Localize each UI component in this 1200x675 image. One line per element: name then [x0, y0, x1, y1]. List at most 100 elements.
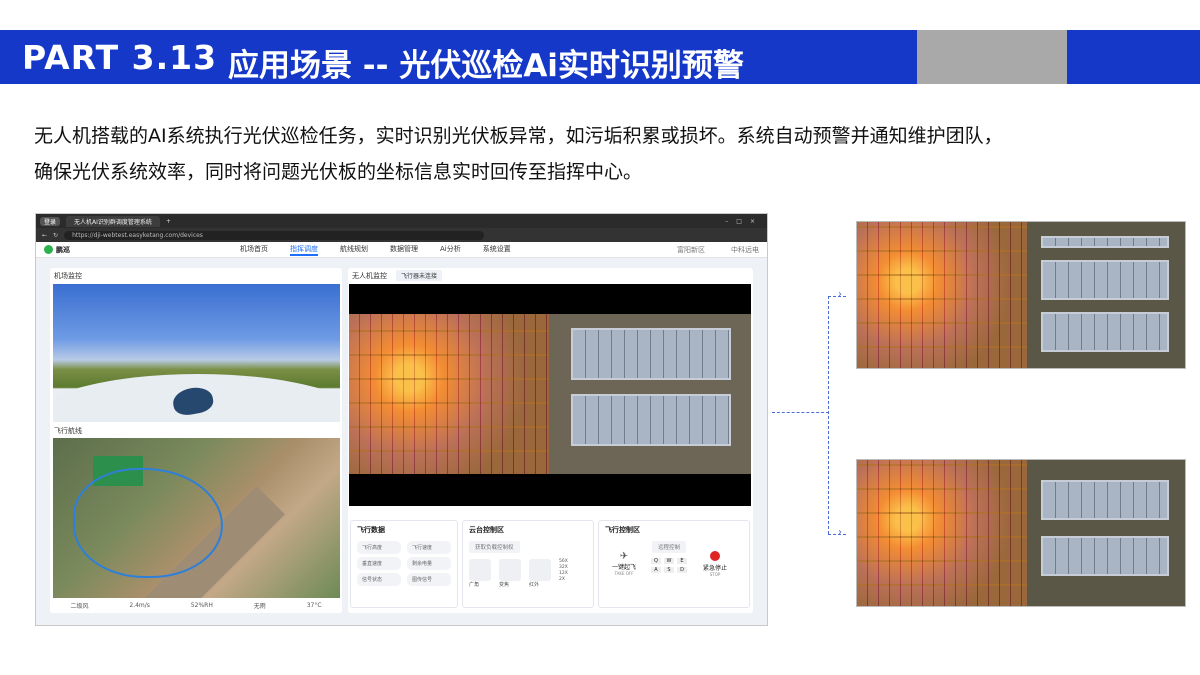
key-e[interactable]: E — [677, 558, 687, 564]
browser-url-bar: ← ↻ https://dji-webtest.easyketang.com/d… — [36, 228, 767, 242]
battery-level: 剩余电量 — [407, 557, 451, 570]
menu-item-data[interactable]: 数据管理 — [390, 244, 418, 256]
flight-data-cells: 飞行高度 飞行速度 垂直速度 剩余电量 信号状态 图传信号 — [357, 541, 451, 586]
intro-line-2: 确保光伏系统效率，同时将问题光伏板的坐标信息实时回传至指挥中心。 — [34, 161, 643, 183]
header-band: PART 3.13 应用场景 -- 光伏巡检Ai实时识别预警 — [0, 30, 1200, 84]
gimbal-panel: 云台控制区 获取负载控制权 广角 变焦 红外 56X 32X 12X 2X — [462, 520, 594, 608]
thermal-panels — [349, 314, 549, 474]
logo-icon — [44, 245, 53, 254]
nav-right: 富阳新区 中科远电 — [677, 245, 759, 255]
visible-panels — [1027, 460, 1185, 606]
key-w[interactable]: W — [664, 558, 674, 564]
weather-status-bar: 二级风 2.4m/s 52%RH 无雨 37°C — [50, 598, 342, 612]
flight-altitude: 飞行高度 — [357, 541, 401, 554]
takeoff-button[interactable]: ✈ 一键起飞 TAKE OFF — [605, 551, 643, 576]
route-map[interactable] — [53, 438, 340, 600]
pv-array — [571, 394, 731, 446]
app-nav: 鹏巡 机场首页 指挥调度 航线规划 数据管理 Ai分析 系统设置 富阳新区 中科… — [36, 242, 767, 258]
header-gray-block — [917, 30, 1067, 84]
key-s[interactable]: S — [664, 567, 674, 573]
status-temperature: 37°C — [306, 601, 322, 609]
menu-item-route[interactable]: 航线规划 — [340, 244, 368, 256]
status-wind-level: 二级风 — [70, 602, 89, 610]
login-pill[interactable]: 登录 — [40, 216, 61, 226]
flight-data-panel: 飞行数据 飞行高度 飞行速度 垂直速度 剩余电量 信号状态 图传信号 — [350, 520, 458, 608]
app-logo[interactable]: 鹏巡 — [44, 245, 70, 255]
intro-line-1: 无人机搭载的AI系统执行光伏巡检任务，实时识别光伏板异常，如污垢积累或损坏。系统… — [34, 125, 1003, 147]
airport-monitor-label: 机场监控 — [54, 272, 82, 280]
key-a[interactable]: A — [651, 567, 661, 573]
drone-icon: ✈ — [619, 551, 629, 562]
zoom-scale[interactable]: 56X 32X 12X 2X — [559, 559, 568, 588]
connector-line — [772, 412, 829, 413]
reload-icon[interactable]: ↻ — [53, 232, 58, 239]
drone-video-feed[interactable] — [349, 284, 751, 506]
key-q[interactable]: Q — [651, 558, 661, 564]
route-label: 飞行航线 — [54, 427, 82, 435]
arrow-right-icon: › — [838, 527, 842, 538]
payload-control-button[interactable]: 获取负载控制权 — [469, 541, 520, 553]
map-route-path — [73, 468, 223, 578]
window-controls-icon[interactable]: –□× — [725, 218, 763, 225]
pv-array — [1041, 236, 1169, 248]
connector-top — [828, 296, 846, 297]
menu-item-ai[interactable]: Ai分析 — [440, 244, 461, 256]
left-panel: 机场监控 飞行航线 — [50, 268, 342, 613]
flight-control-title: 飞行控制区 — [605, 526, 640, 534]
flight-speed: 飞行速度 — [407, 541, 451, 554]
back-icon[interactable]: ← — [42, 232, 47, 239]
camera-mode-row: 广角 变焦 红外 56X 32X 12X 2X — [469, 559, 587, 588]
signal-status: 信号状态 — [357, 573, 401, 586]
flight-control-panel: 飞行控制区 ✈ 一键起飞 TAKE OFF 远程控制 Q W E A S D 紧… — [598, 520, 750, 608]
main-menu: 机场首页 指挥调度 航线规划 数据管理 Ai分析 系统设置 — [240, 244, 511, 256]
part-number: PART 3.13 — [22, 38, 218, 77]
intro-text: 无人机搭载的AI系统执行光伏巡检任务，实时识别光伏板异常，如污垢积累或损坏。系统… — [34, 118, 1174, 190]
visible-panels — [1027, 222, 1185, 368]
remote-control-button[interactable]: 远程控制 — [651, 541, 686, 553]
airport-camera-view[interactable] — [53, 284, 340, 422]
emergency-stop-button[interactable]: 紧急停止 STOP — [695, 551, 735, 577]
flight-data-title: 飞行数据 — [357, 526, 385, 534]
pv-array — [1041, 312, 1169, 352]
visible-panels — [549, 314, 751, 474]
pv-array — [571, 328, 731, 380]
key-d[interactable]: D — [677, 567, 687, 573]
status-rain: 无雨 — [253, 602, 266, 610]
region-select[interactable]: 富阳新区 — [677, 245, 705, 255]
mode-wide[interactable]: 广角 — [469, 559, 491, 588]
app-name: 鹏巡 — [56, 245, 70, 254]
new-tab-icon[interactable]: + — [166, 218, 171, 225]
arrow-right-icon: › — [838, 289, 842, 300]
detection-image-top — [856, 221, 1186, 369]
user-menu[interactable]: 中科远电 — [731, 245, 759, 255]
thermal-panels — [857, 460, 1027, 606]
stop-icon — [710, 551, 720, 561]
mode-ir[interactable]: 红外 — [529, 559, 551, 588]
drone-status-tab[interactable]: 飞行器未连接 — [396, 270, 443, 281]
pv-array — [1041, 260, 1169, 300]
detection-image-bottom — [856, 459, 1186, 607]
address-input[interactable]: https://dji-webtest.easyketang.com/devic… — [64, 230, 485, 240]
pv-array — [1041, 480, 1169, 520]
video-signal: 图传信号 — [407, 573, 451, 586]
slide: PART 3.13 应用场景 -- 光伏巡检Ai实时识别预警 无人机搭载的AI系… — [0, 0, 1200, 675]
menu-item-home[interactable]: 机场首页 — [240, 244, 268, 256]
browser-tab[interactable]: 无人机AI识别群调度管理系统 — [66, 215, 160, 227]
gimbal-title: 云台控制区 — [469, 526, 504, 534]
right-panel: 无人机监控 飞行器未连接 飞行数据 飞行高度 飞行速度 垂直速度 剩余电量 信号… — [348, 268, 753, 613]
status-wind-speed: 2.4m/s — [129, 601, 150, 609]
status-humidity: 52%RH — [190, 601, 213, 609]
vertical-speed: 垂直速度 — [357, 557, 401, 570]
pv-array — [1041, 536, 1169, 576]
direction-keys: Q W E A S D — [651, 558, 687, 573]
menu-item-dispatch[interactable]: 指挥调度 — [290, 244, 318, 256]
drone-monitor-label: 无人机监控 — [352, 272, 387, 280]
slide-title: 应用场景 -- 光伏巡检Ai实时识别预警 — [228, 48, 744, 84]
browser-tab-bar: 登录 无人机AI识别群调度管理系统 + –□× — [36, 214, 767, 228]
mode-zoom[interactable]: 变焦 — [499, 559, 521, 588]
connector-bottom — [828, 534, 846, 535]
connector-vertical — [828, 296, 829, 534]
thermal-panels — [857, 222, 1027, 368]
browser-window: 登录 无人机AI识别群调度管理系统 + –□× ← ↻ https://dji-… — [35, 213, 768, 626]
menu-item-settings[interactable]: 系统设置 — [483, 244, 511, 256]
